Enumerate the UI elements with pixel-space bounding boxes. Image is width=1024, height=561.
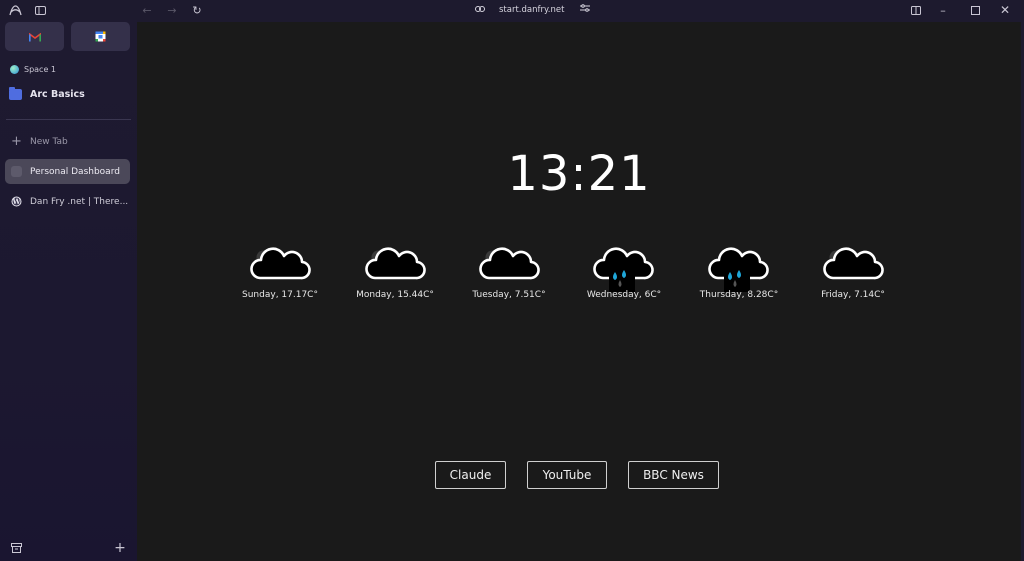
reload-icon[interactable]: ↻ <box>190 4 204 16</box>
tab-dan-fry-net[interactable]: W Dan Fry .net | There... <box>5 189 130 214</box>
browser-toolbar: ← → ↻ start.danfry.net – ✕ <box>0 0 1024 20</box>
link-claude[interactable]: Claude <box>435 461 506 489</box>
forecast-day: Friday, 7.14C° <box>798 240 908 300</box>
link-bbc-news[interactable]: BBC News <box>628 461 719 489</box>
split-view-icon[interactable] <box>909 4 923 16</box>
forecast-day: Thursday, 8.28C° <box>684 240 794 300</box>
forecast-label: Friday, 7.14C° <box>821 290 885 300</box>
wordpress-icon: W <box>11 196 22 207</box>
cloud-icon <box>479 246 540 280</box>
pinned-tab-gmail[interactable] <box>5 22 64 51</box>
maximize-icon[interactable] <box>968 4 982 16</box>
close-icon[interactable]: ✕ <box>998 4 1012 16</box>
folder-icon <box>9 87 22 100</box>
page-content: 13:21 Sunday, 17.17C° Monday, 15.44C° Tu… <box>137 22 1021 561</box>
link-icon <box>475 5 485 15</box>
new-tab-button[interactable]: + New Tab <box>5 129 130 154</box>
forecast-day: Tuesday, 7.51C° <box>454 240 564 300</box>
pinned-tab-calendar[interactable] <box>71 22 130 51</box>
site-controls-icon[interactable] <box>580 4 591 15</box>
plus-icon: + <box>11 134 22 149</box>
space-header[interactable]: Space 1 <box>10 65 56 74</box>
arc-logo-icon[interactable] <box>8 4 22 16</box>
cloud-icon <box>365 246 426 280</box>
forecast-label: Monday, 15.44C° <box>356 290 434 300</box>
svg-text:W: W <box>12 197 21 206</box>
sidebar-divider <box>6 119 131 120</box>
quick-links: Claude YouTube BBC News <box>137 461 1021 489</box>
minimize-icon[interactable]: – <box>936 4 950 16</box>
google-calendar-icon <box>95 27 106 46</box>
tab-label: Personal Dashboard <box>30 166 120 177</box>
cloud-icon <box>823 246 884 280</box>
sidebar <box>0 20 137 561</box>
forecast-label: Wednesday, 6C° <box>586 290 662 300</box>
gmail-icon <box>28 27 41 46</box>
link-youtube[interactable]: YouTube <box>527 461 607 489</box>
sidebar-toggle-icon[interactable] <box>33 4 47 16</box>
url-text[interactable]: start.danfry.net <box>499 5 564 15</box>
archive-icon[interactable] <box>9 542 23 554</box>
forecast-day: Wednesday, 6C° <box>569 240 679 300</box>
add-icon[interactable]: + <box>113 541 127 555</box>
blank-favicon-icon <box>11 166 22 177</box>
clock: 13:21 <box>507 146 651 202</box>
weather-forecast: Sunday, 17.17C° Monday, 15.44C° Tuesday,… <box>137 240 1021 340</box>
new-tab-label: New Tab <box>30 136 68 147</box>
forecast-label: Sunday, 17.17C° <box>242 290 318 300</box>
tab-personal-dashboard[interactable]: Personal Dashboard <box>5 159 130 184</box>
folder-arc-basics[interactable]: Arc Basics <box>9 87 85 100</box>
forecast-label: Thursday, 8.28C° <box>699 290 779 300</box>
forward-icon[interactable]: → <box>165 4 179 16</box>
folder-label: Arc Basics <box>30 89 85 100</box>
rain-cloud-icon <box>593 247 654 292</box>
back-icon[interactable]: ← <box>140 4 154 16</box>
forecast-label: Tuesday, 7.51C° <box>472 290 546 300</box>
space-name: Space 1 <box>24 65 57 74</box>
forecast-day: Monday, 15.44C° <box>340 240 450 300</box>
cloud-icon <box>250 246 311 280</box>
tab-label: Dan Fry .net | There... <box>30 196 129 207</box>
url-bar[interactable]: start.danfry.net <box>475 4 591 15</box>
rain-cloud-icon <box>708 247 769 292</box>
forecast-day: Sunday, 17.17C° <box>225 240 335 300</box>
space-icon <box>10 65 19 74</box>
